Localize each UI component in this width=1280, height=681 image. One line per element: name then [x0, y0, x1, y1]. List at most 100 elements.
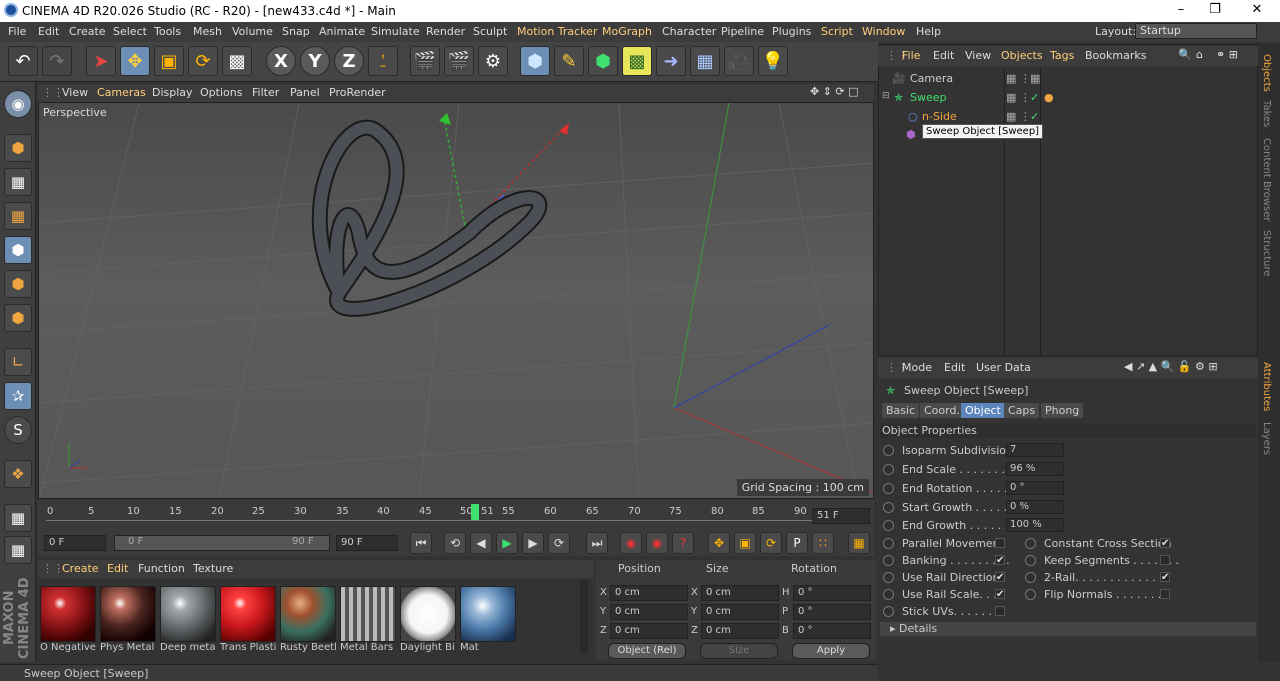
- menu-plugins[interactable]: Plugins: [772, 25, 811, 38]
- viewport-menu-filter[interactable]: Filter: [252, 86, 279, 99]
- visibility-toggle[interactable]: ▦ ⋮: [1006, 91, 1031, 104]
- material-item[interactable]: Metal Bars: [340, 586, 396, 656]
- menu-mograph[interactable]: MoGraph: [602, 25, 652, 38]
- stick-uvs-checkbox[interactable]: [995, 606, 1005, 616]
- z-axis-lock-icon[interactable]: Z: [334, 46, 364, 76]
- tab-coord[interactable]: Coord.: [920, 403, 964, 418]
- om-search-icon[interactable]: 🔍: [1178, 48, 1192, 61]
- move-tool-icon[interactable]: ✥: [120, 46, 150, 76]
- pen-spline-icon[interactable]: ✎: [554, 46, 584, 76]
- use-rail-direction-checkbox[interactable]: ✔: [995, 572, 1005, 583]
- menu-snap[interactable]: Snap: [282, 25, 310, 38]
- render-view-icon[interactable]: 🎬: [410, 46, 440, 76]
- model-mode-icon[interactable]: ⬢: [4, 134, 32, 162]
- animation-dot-icon[interactable]: [883, 464, 894, 475]
- rtab-objects[interactable]: Objects: [1261, 54, 1272, 92]
- om-menu-edit[interactable]: Edit: [933, 49, 954, 62]
- prev-key-icon[interactable]: ⟲: [444, 532, 466, 554]
- visibility-toggle[interactable]: ▦ ⋮: [1006, 72, 1031, 85]
- animation-dot-icon[interactable]: [883, 572, 894, 583]
- goto-start-icon[interactable]: ⏮: [410, 532, 432, 554]
- viewport-menu-view[interactable]: View: [62, 86, 88, 99]
- position-x-field[interactable]: 0 cm: [610, 585, 688, 601]
- tab-basic[interactable]: Basic: [882, 403, 920, 418]
- rotation-b-field[interactable]: 0 °: [793, 623, 871, 639]
- material-item[interactable]: Rusty Beetl: [280, 586, 336, 656]
- visibility-toggle[interactable]: ▦ ⋮: [1006, 110, 1031, 123]
- end-growth-field[interactable]: 100 %: [1006, 518, 1064, 532]
- extrude-generator-icon[interactable]: ▩: [622, 46, 652, 76]
- two-rail-checkbox[interactable]: ✔: [1160, 572, 1170, 583]
- om-menu-file[interactable]: File: [902, 49, 920, 62]
- rtab-layers[interactable]: Layers: [1261, 422, 1272, 455]
- workplane-mode-icon[interactable]: ▦: [4, 202, 32, 230]
- am-menu-edit[interactable]: Edit: [944, 361, 965, 374]
- coord-size-mode-select[interactable]: Size: [700, 643, 778, 659]
- animation-dot-icon[interactable]: [1025, 538, 1036, 549]
- rtab-attributes[interactable]: Attributes: [1261, 362, 1272, 411]
- viewport-menu-cameras[interactable]: Cameras: [97, 86, 146, 99]
- animation-dot-icon[interactable]: [883, 606, 894, 617]
- material-scrollbar[interactable]: [580, 580, 588, 654]
- playhead[interactable]: [471, 504, 479, 520]
- parallel-movement-checkbox[interactable]: [995, 538, 1005, 548]
- redo-icon[interactable]: ↷: [42, 46, 72, 76]
- scale-tool-icon[interactable]: ▣: [154, 46, 184, 76]
- menu-volume[interactable]: Volume: [232, 25, 273, 38]
- points-mode-icon[interactable]: ⬢: [4, 236, 32, 264]
- constant-cross-section-checkbox[interactable]: ✔: [1160, 538, 1170, 549]
- undo-icon[interactable]: ↶: [8, 46, 38, 76]
- keyframe-selection-icon[interactable]: ?: [672, 532, 694, 554]
- menu-create[interactable]: Create: [69, 25, 106, 38]
- om-menu-objects[interactable]: Objects: [1001, 49, 1043, 62]
- polygons-mode-icon[interactable]: ⬢: [4, 304, 32, 332]
- coordinate-system-icon[interactable]: ⍘: [368, 46, 398, 76]
- camera-tag-icon[interactable]: ▦: [1030, 72, 1040, 85]
- menu-select[interactable]: Select: [113, 25, 147, 38]
- menu-help[interactable]: Help: [916, 25, 941, 38]
- menu-script[interactable]: Script: [821, 25, 853, 38]
- timeline-window-icon[interactable]: ▦: [848, 532, 870, 554]
- am-menu-user-data[interactable]: User Data: [976, 361, 1031, 374]
- animation-dot-icon[interactable]: [883, 502, 894, 513]
- viewport-nav-icons[interactable]: ✥ ⇕ ⟳ □: [810, 85, 859, 98]
- material-item[interactable]: Daylight Bi: [400, 586, 456, 656]
- minimize-icon[interactable]: –: [1166, 2, 1196, 17]
- snap-icon[interactable]: ❖: [4, 460, 32, 488]
- details-section[interactable]: ▸ Details: [880, 622, 1256, 636]
- live-selection-icon[interactable]: ➤: [86, 46, 116, 76]
- edit-render-settings-icon[interactable]: ⚙: [478, 46, 508, 76]
- am-nav-icons[interactable]: ◀ ↗ ▲ 🔍 🔓 ⚙ ⊞: [1124, 360, 1218, 373]
- start-frame-field[interactable]: 0 F: [44, 535, 106, 551]
- tab-object[interactable]: Object: [961, 403, 1005, 418]
- animation-dot-icon[interactable]: [883, 483, 894, 494]
- animation-dot-icon[interactable]: [883, 555, 894, 566]
- layout-select[interactable]: Startup: [1135, 23, 1257, 39]
- position-y-field[interactable]: 0 cm: [610, 604, 688, 620]
- material-item[interactable]: O Negative: [40, 586, 96, 656]
- object-row-camera[interactable]: 🎥 Camera ▦ ⋮ ▦: [880, 70, 1256, 88]
- animation-dot-icon[interactable]: [1025, 555, 1036, 566]
- rtab-takes[interactable]: Takes: [1261, 100, 1272, 127]
- keep-segments-checkbox[interactable]: [1160, 555, 1170, 565]
- floor-object-icon[interactable]: ▦: [690, 46, 720, 76]
- perspective-viewport[interactable]: Perspective Grid Spacing : 100 cm: [38, 102, 874, 499]
- coord-mode-select[interactable]: Object (Rel): [608, 643, 686, 659]
- tweak-mode-icon[interactable]: ✰: [4, 382, 32, 410]
- animation-dot-icon[interactable]: [1025, 589, 1036, 600]
- x-axis-lock-icon[interactable]: X: [266, 46, 296, 76]
- start-growth-field[interactable]: 0 %: [1006, 500, 1064, 514]
- menu-character[interactable]: Character: [662, 25, 716, 38]
- material-menu-edit[interactable]: Edit: [107, 562, 128, 575]
- material-menu-create[interactable]: Create: [62, 562, 99, 575]
- menu-edit[interactable]: Edit: [38, 25, 59, 38]
- material-tag-icon[interactable]: ●: [1044, 91, 1054, 104]
- am-menu-mode[interactable]: Mode: [902, 361, 932, 374]
- cube-primitive-icon[interactable]: ⬢: [520, 46, 550, 76]
- tab-phong[interactable]: Phong: [1041, 403, 1084, 418]
- viewport-menu-options[interactable]: Options: [200, 86, 242, 99]
- workplane-icon[interactable]: ▦: [4, 504, 32, 532]
- size-z-field[interactable]: 0 cm: [701, 623, 779, 639]
- y-axis-lock-icon[interactable]: Y: [300, 46, 330, 76]
- make-editable-icon[interactable]: ◉: [4, 90, 32, 118]
